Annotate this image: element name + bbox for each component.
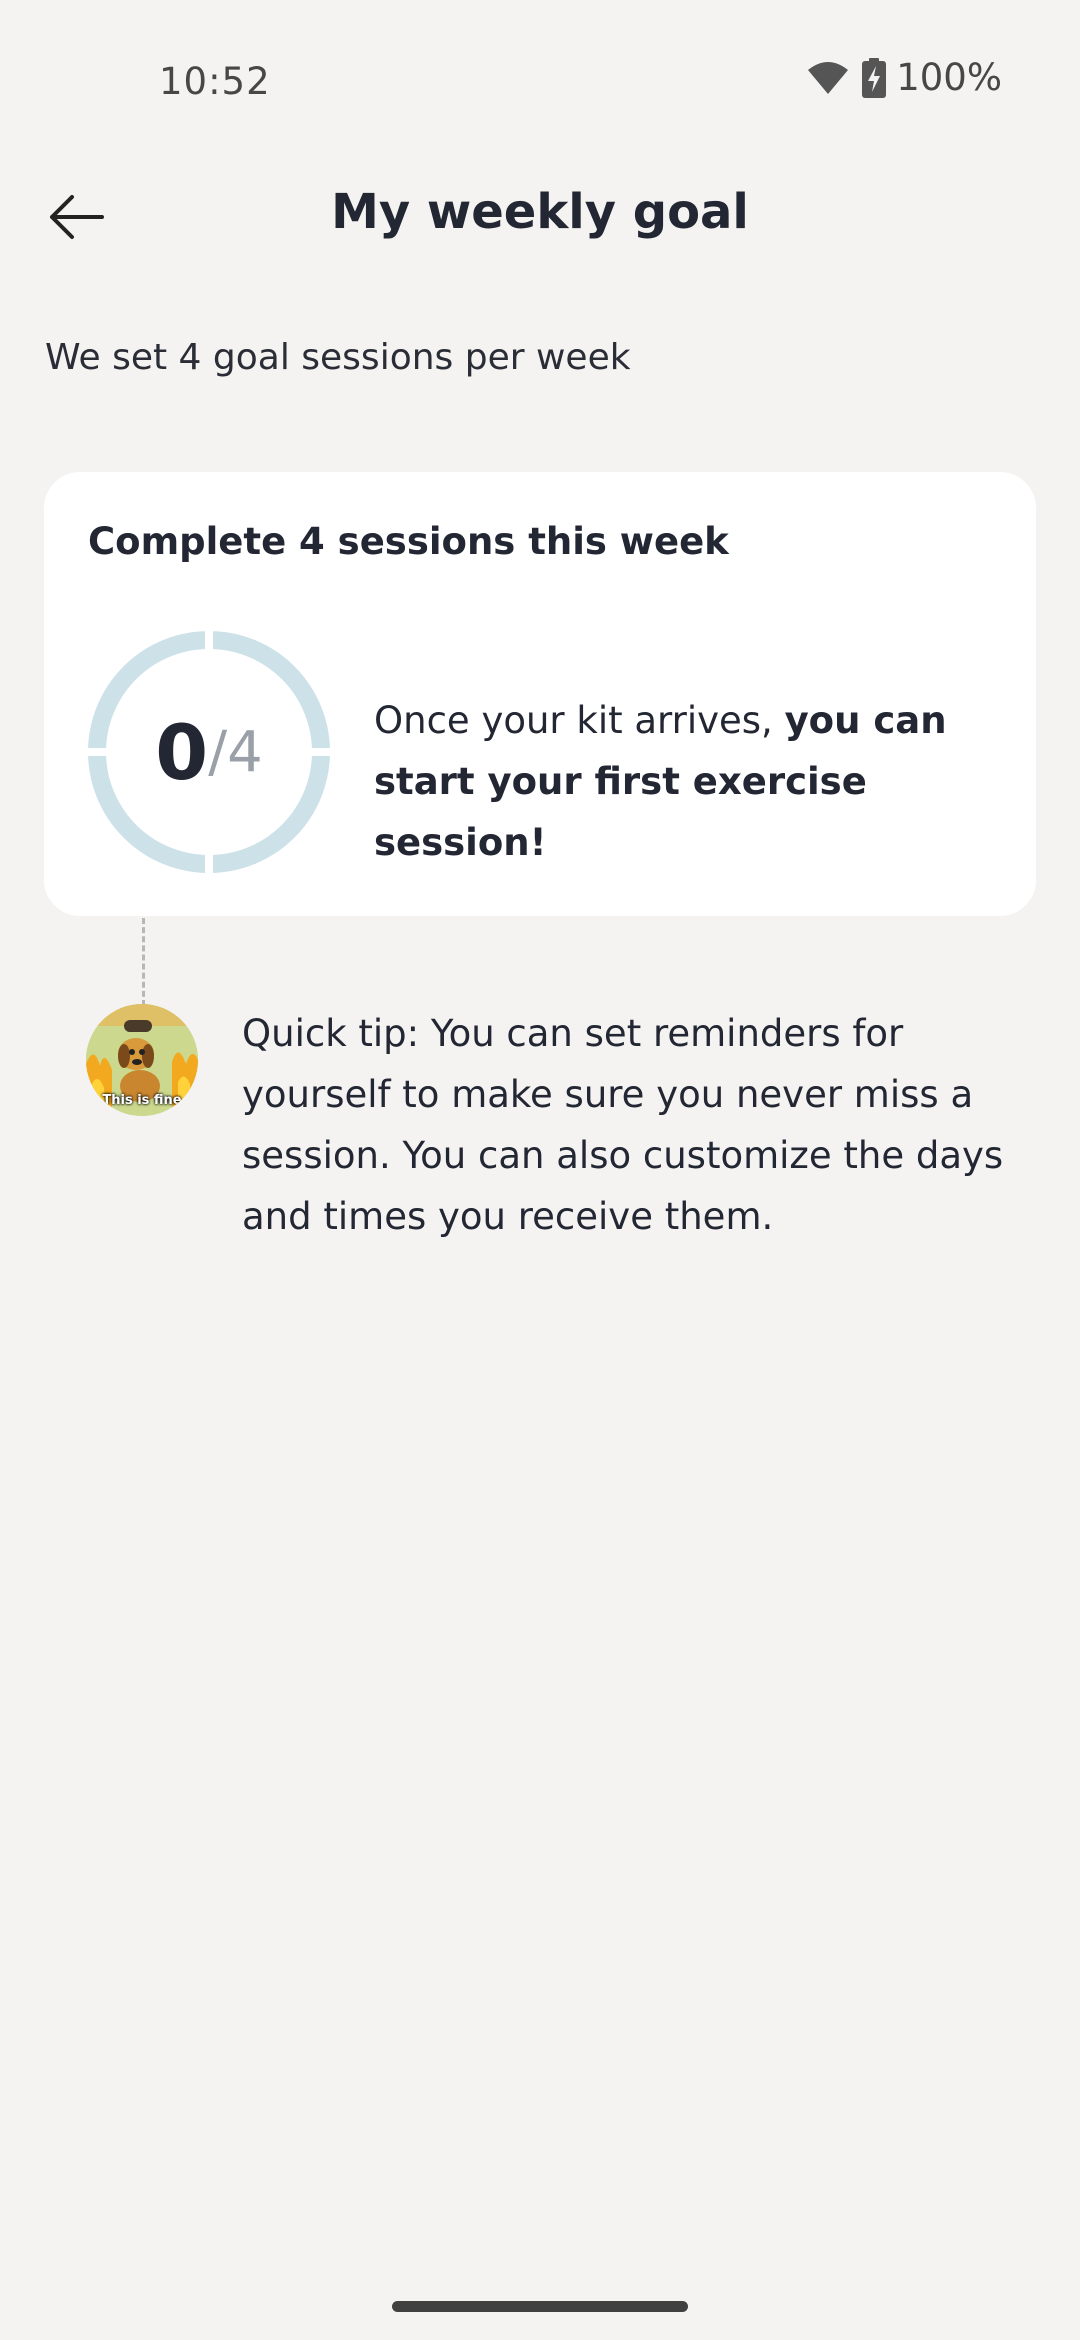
app-bar: My weekly goal [0,170,1080,260]
status-icons: 100% [806,56,1002,99]
battery-charging-icon [862,57,887,98]
progress-separator: / [208,719,228,785]
message-regular: Once your kit arrives, [374,699,785,742]
weekly-goal-card: Complete 4 sessions this week 0 / 4 Once… [44,472,1036,916]
progress-count: 0 / 4 [86,629,332,875]
page-title: My weekly goal [331,184,749,240]
status-bar: 10:52 100% [0,0,1080,160]
tip-avatar: This is fine [86,1004,198,1116]
goal-subtitle: We set 4 goal sessions per week [45,337,631,378]
card-title: Complete 4 sessions this week [88,520,729,563]
sessions-completed: 0 [155,707,209,797]
battery-level: 100% [896,56,1002,99]
dashed-connector [142,918,145,1006]
avatar-caption: This is fine [102,1093,182,1108]
home-indicator[interactable] [392,2301,688,2312]
sessions-total: 4 [227,719,263,785]
card-message: Once your kit arrives, you can start you… [374,690,1014,873]
status-time: 10:52 [159,60,271,103]
quick-tip-text: Quick tip: You can set reminders for you… [242,1012,1004,1238]
wifi-icon [806,60,850,96]
